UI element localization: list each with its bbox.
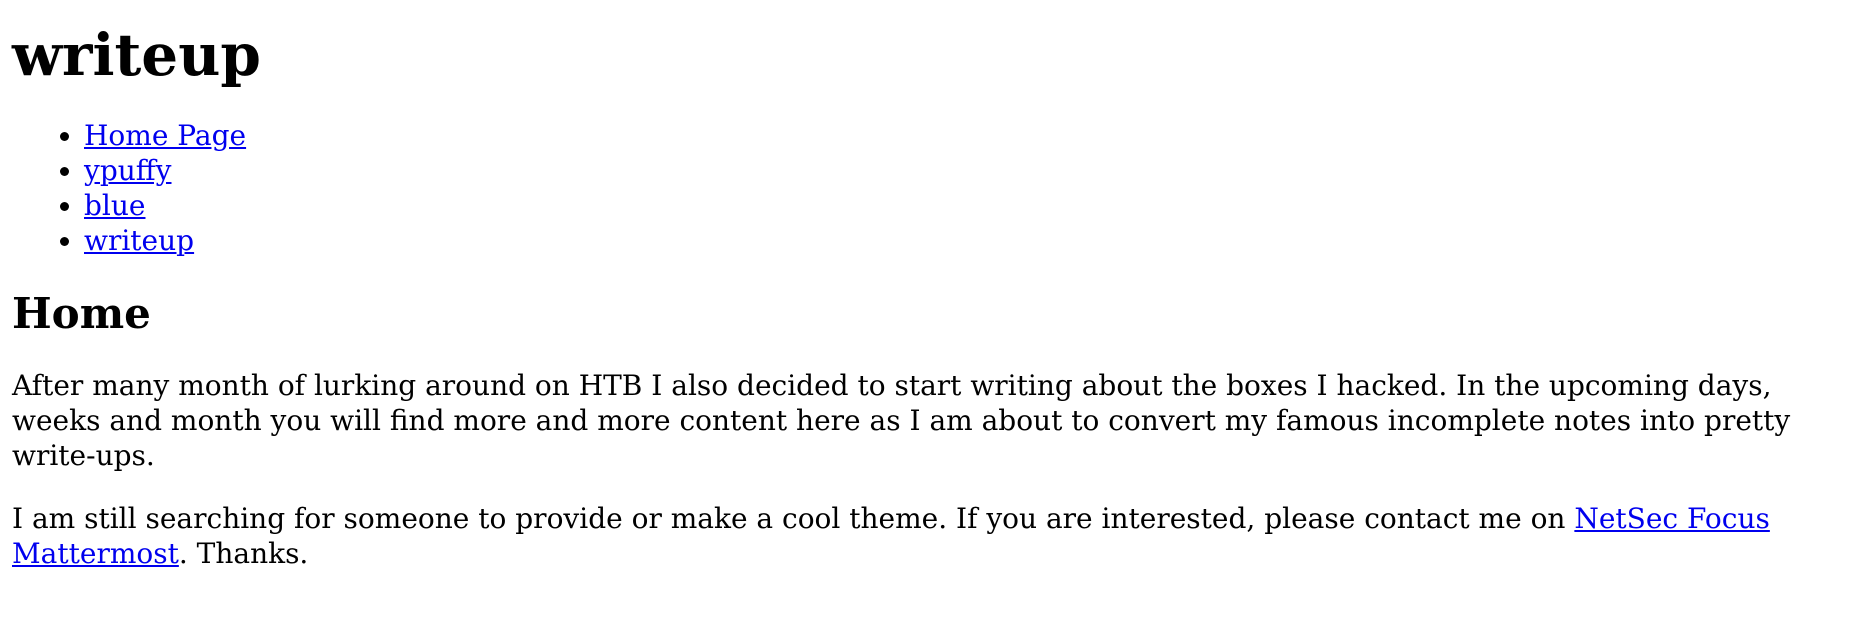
contact-text-after: . Thanks. (178, 537, 309, 570)
intro-paragraph: After many month of lurking around on HT… (12, 369, 1791, 472)
section-heading: Home (12, 289, 151, 338)
page: writeup Home Page ypuffy blue writeup Ho… (0, 22, 1869, 571)
contact-text-before: I am still searching for someone to prov… (12, 502, 1575, 535)
nav-link-blue[interactable]: blue (84, 189, 145, 222)
contact-paragraph: I am still searching for someone to prov… (12, 501, 1857, 571)
nav-link-writeup[interactable]: writeup (84, 224, 194, 257)
nav-item-writeup: writeup (84, 223, 1857, 258)
site-title: writeup (12, 21, 261, 89)
nav-item-ypuffy: ypuffy (84, 153, 1857, 188)
nav-link-home-page[interactable]: Home Page (84, 119, 246, 152)
nav-item-blue: blue (84, 188, 1857, 223)
nav-item-home-page: Home Page (84, 118, 1857, 153)
nav-list: Home Page ypuffy blue writeup (12, 118, 1857, 258)
nav-link-ypuffy[interactable]: ypuffy (84, 154, 172, 187)
